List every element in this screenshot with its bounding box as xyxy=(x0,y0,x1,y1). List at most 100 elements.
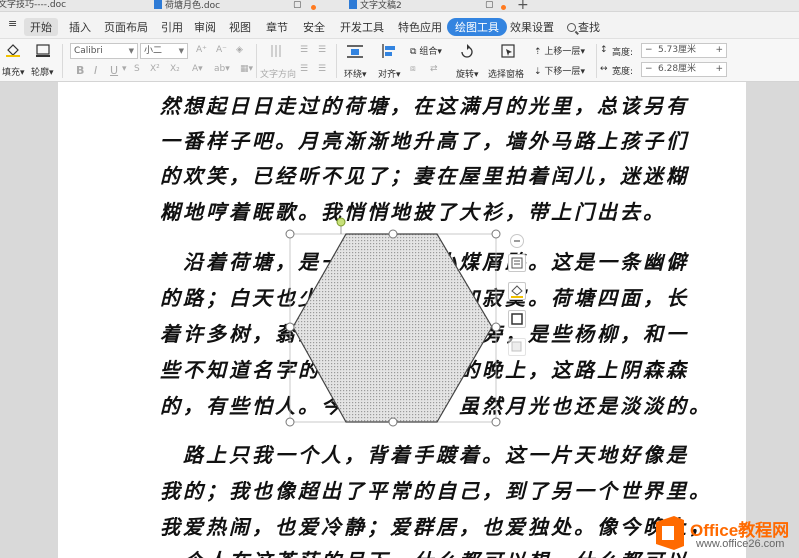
menu-item-developer[interactable]: 开发工具 xyxy=(340,19,384,35)
chevron-down-icon: ▼ xyxy=(128,47,134,55)
resize-handle-top[interactable] xyxy=(388,229,398,239)
chevron-down-icon: ▼ xyxy=(178,47,184,55)
align-center-icon[interactable]: ☰ xyxy=(318,45,326,55)
height-stepper[interactable]: − 5.73厘米 + xyxy=(641,43,727,58)
ribbon-divider xyxy=(336,44,337,78)
flip-icon[interactable]: ⇄ xyxy=(430,64,438,74)
align-objects-icon[interactable] xyxy=(381,43,397,59)
rotation-handle[interactable] xyxy=(336,217,346,227)
tab-pin-icon[interactable]: ▢ xyxy=(293,0,302,12)
height-icon: ↕ xyxy=(600,45,608,55)
drawing-ribbon: 填充▾ 轮廓▾ Calibri ▼ 小二 ▼ A⁺ A⁻ ◈ B I U ▾ S X… xyxy=(0,39,799,82)
fill-button[interactable]: 填充▾ xyxy=(2,65,25,78)
tab-doc-2[interactable]: 荷塘月色.doc xyxy=(154,0,220,12)
watermark-url: www.office26.com xyxy=(696,538,785,550)
resize-handle-top-right[interactable] xyxy=(491,229,501,239)
align-left-icon[interactable]: ☰ xyxy=(300,45,308,55)
width-label: 宽度: xyxy=(612,67,634,77)
text-line: 我的；我也像超出了平常的自己，到了另一个世界里。 xyxy=(160,479,712,503)
menu-item-features[interactable]: 特色应用 xyxy=(398,19,442,35)
menu-item-security[interactable]: 安全 xyxy=(303,19,325,35)
menu-item-page-layout[interactable]: 页面布局 xyxy=(104,19,148,35)
resize-handle-bottom[interactable] xyxy=(388,417,398,427)
underline-dropdown-icon[interactable]: ▾ xyxy=(122,64,127,74)
tab-doc-1-title: 文字技巧----.doc xyxy=(0,0,67,10)
height-increase-button[interactable]: + xyxy=(715,44,723,57)
layout-options-icon[interactable] xyxy=(508,254,526,272)
resize-handle-right[interactable] xyxy=(491,322,501,332)
shape-effects-icon[interactable] xyxy=(508,338,526,356)
text-line: 然想起日日走过的荷塘，在这满月的光里，总该另有 xyxy=(160,94,689,118)
align-button[interactable]: 对齐▾ xyxy=(378,67,401,80)
italic-button[interactable]: I xyxy=(94,64,97,77)
search-button[interactable]: 查找 xyxy=(567,19,600,35)
strikethrough-icon[interactable]: S xyxy=(134,64,140,74)
resize-handle-bottom-right[interactable] xyxy=(491,417,501,427)
rotate-button[interactable]: 旋转▾ xyxy=(456,67,479,80)
clear-format-icon[interactable]: ◈ xyxy=(236,45,243,55)
shape-fill-icon[interactable] xyxy=(508,282,526,300)
wrap-text-icon[interactable] xyxy=(346,43,364,59)
ribbon-divider xyxy=(596,44,597,78)
rotate-icon[interactable] xyxy=(459,43,475,59)
group-button[interactable]: ⧉ 组合▾ xyxy=(410,44,442,57)
subscript-icon[interactable]: X₂ xyxy=(170,64,180,74)
height-label: 高度: xyxy=(612,48,634,58)
menu-item-insert[interactable]: 插入 xyxy=(69,19,91,35)
menu-item-effects[interactable]: 效果设置 xyxy=(510,19,554,35)
justify-icon[interactable]: ☰ xyxy=(318,64,326,74)
resize-handle-left[interactable] xyxy=(285,322,295,332)
selection-pane-icon[interactable] xyxy=(500,43,516,59)
underline-button[interactable]: U xyxy=(110,64,118,77)
tab-doc-2-title: 荷塘月色.doc xyxy=(165,1,221,11)
width-value[interactable]: 6.28厘米 xyxy=(658,63,696,76)
menu-collapse-icon[interactable]: ≡ xyxy=(8,17,17,30)
font-name-value: Calibri xyxy=(74,46,103,56)
width-decrease-button[interactable]: − xyxy=(645,63,653,76)
highlight-icon[interactable]: ab▾ xyxy=(214,64,230,74)
site-watermark: Office教程网 www.office26.com xyxy=(648,510,799,558)
ungroup-icon[interactable]: ⧈ xyxy=(410,64,416,74)
text-direction-icon[interactable] xyxy=(268,43,284,59)
tab-doc-3[interactable]: 文字文稿2 xyxy=(349,0,402,12)
border-icon[interactable]: ▦▾ xyxy=(240,64,253,74)
resize-handle-bottom-left[interactable] xyxy=(285,417,295,427)
text-direction-label[interactable]: 文字方向 xyxy=(260,67,296,80)
menu-item-view[interactable]: 视图 xyxy=(229,19,251,35)
align-right-icon[interactable]: ☰ xyxy=(300,64,308,74)
menu-item-chapter[interactable]: 章节 xyxy=(266,19,288,35)
bold-button[interactable]: B xyxy=(76,64,84,77)
font-color-icon[interactable]: A▾ xyxy=(192,64,203,74)
height-value[interactable]: 5.73厘米 xyxy=(658,44,696,57)
menu-item-drawing-tools[interactable]: 绘图工具 xyxy=(447,18,507,36)
wrap-button[interactable]: 环绕▾ xyxy=(344,67,367,80)
hexagon-fill[interactable] xyxy=(292,233,493,423)
width-increase-button[interactable]: + xyxy=(715,63,723,76)
search-icon xyxy=(567,23,576,32)
grow-font-icon[interactable]: A⁺ xyxy=(196,45,207,55)
send-backward-button[interactable]: ⇣ 下移一层▾ xyxy=(534,64,585,77)
height-decrease-button[interactable]: − xyxy=(645,44,653,57)
text-line: 一个人在这苍茫的月下，什么都可以想，什么都可以 xyxy=(160,545,689,558)
width-stepper[interactable]: − 6.28厘米 + xyxy=(641,62,727,77)
outline-button[interactable]: 轮廓▾ xyxy=(31,65,54,78)
menu-item-home[interactable]: 开始 xyxy=(24,18,58,36)
resize-handle-top-left[interactable] xyxy=(285,229,295,239)
font-size-select[interactable]: 小二 ▼ xyxy=(140,43,188,59)
width-icon: ↔ xyxy=(600,64,608,74)
menu-item-references[interactable]: 引用 xyxy=(161,19,183,35)
font-name-select[interactable]: Calibri ▼ xyxy=(70,43,138,59)
tab-doc-1[interactable]: 文字技巧----.doc xyxy=(0,0,66,12)
shrink-font-icon[interactable]: A⁻ xyxy=(216,45,227,55)
tab-pin-icon[interactable]: ▢ xyxy=(485,0,494,12)
bring-forward-button[interactable]: ⇡ 上移一层▾ xyxy=(534,44,585,57)
outline-pen-icon[interactable] xyxy=(35,43,51,57)
hexagon-shape[interactable] xyxy=(280,217,520,432)
send-backward-icon: ⇣ xyxy=(534,67,542,77)
collapse-tools-icon[interactable] xyxy=(510,234,524,248)
menu-item-review[interactable]: 审阅 xyxy=(194,19,216,35)
shape-outline-icon[interactable] xyxy=(508,310,526,328)
selection-pane-label[interactable]: 选择窗格 xyxy=(488,67,524,80)
superscript-icon[interactable]: X² xyxy=(150,64,160,74)
fill-bucket-icon[interactable] xyxy=(5,43,21,57)
